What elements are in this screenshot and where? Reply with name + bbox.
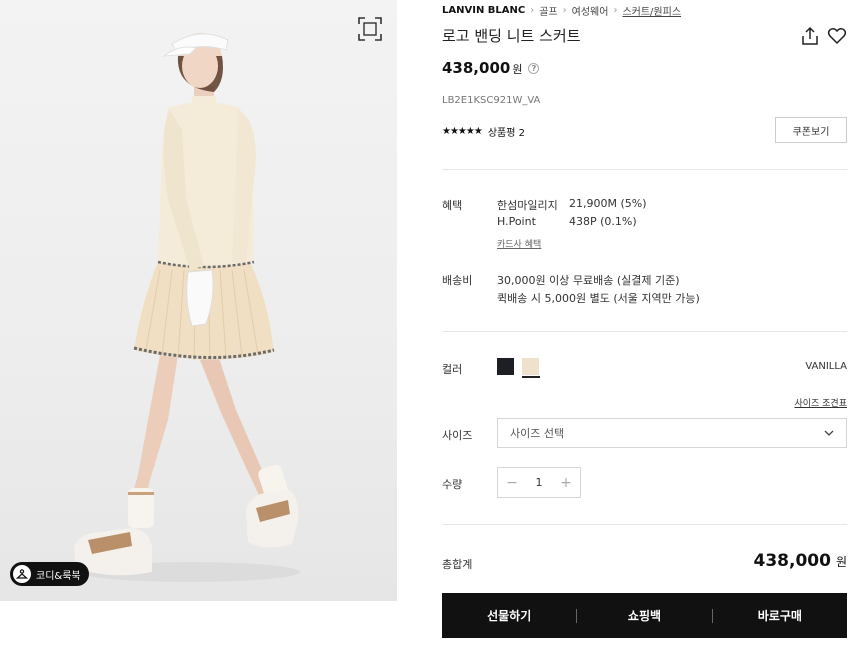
quantity-plus-button[interactable]: +	[552, 468, 580, 497]
purchase-action-bar: 선물하기 쇼핑백 바로구매	[442, 593, 847, 638]
breadcrumb-brand[interactable]: LANVIN BLANC	[442, 5, 525, 16]
chevron-right-icon: ›	[562, 5, 567, 16]
rating[interactable]: ★★★★★ 상품평 2	[442, 124, 525, 139]
model-photo	[74, 33, 300, 582]
quick-shipping-info: 퀵배송 시 5,000원 별도 (서울 지역만 가능)	[497, 292, 700, 305]
quantity-label: 수량	[442, 478, 463, 491]
breadcrumb-womenswear[interactable]: 여성웨어	[572, 3, 609, 18]
total-price-value: 438,000	[753, 551, 831, 571]
breadcrumb: LANVIN BLANC › 골프 › 여성웨어 › 스커트/원피스	[442, 3, 681, 18]
benefit-value: 438P (0.1%)	[569, 215, 637, 228]
review-count[interactable]: 상품평 2	[488, 124, 525, 139]
share-icon[interactable]	[800, 26, 820, 46]
coupon-button[interactable]: 쿠폰보기	[775, 117, 847, 143]
card-benefit-link[interactable]: 카드사 혜택	[497, 237, 541, 250]
product-price: 438,000 원 ?	[442, 59, 540, 77]
shipping-info: 30,000원 이상 무료배송 (실결제 기준)	[497, 274, 680, 287]
quantity-value[interactable]: 1	[526, 476, 552, 489]
product-title: 로고 밴딩 니트 스커트	[442, 27, 581, 45]
total-label: 총합계	[442, 558, 473, 571]
help-icon[interactable]: ?	[528, 62, 540, 74]
chevron-down-icon	[824, 430, 834, 436]
lookbook-label: 코디&룩북	[36, 570, 81, 582]
color-swatch-vanilla[interactable]	[522, 358, 539, 375]
size-chart-link[interactable]: 사이즈 조견표	[794, 396, 847, 409]
gift-button[interactable]: 선물하기	[442, 593, 576, 638]
shipping-label: 배송비	[442, 274, 473, 287]
product-image[interactable]: 코디&룩북	[0, 0, 397, 601]
price-unit: 원	[512, 63, 523, 76]
fullscreen-icon[interactable]	[357, 16, 383, 42]
selected-color-name: VANILLA	[805, 361, 847, 372]
buy-now-button[interactable]: 바로구매	[713, 593, 847, 638]
hanger-icon	[13, 565, 31, 583]
chevron-right-icon: ›	[613, 5, 618, 16]
benefit-name: 한섬마일리지	[497, 199, 558, 212]
benefit-name: H.Point	[497, 215, 536, 228]
breadcrumb-current[interactable]: 스커트/원피스	[622, 3, 681, 18]
product-info-panel: LANVIN BLANC › 골프 › 여성웨어 › 스커트/원피스 로고 밴딩…	[442, 0, 847, 652]
selected-swatch-indicator	[522, 376, 540, 378]
size-select-placeholder: 사이즈 선택	[510, 427, 565, 440]
divider	[442, 331, 847, 332]
size-select[interactable]: 사이즈 선택	[497, 418, 847, 448]
color-swatch-black[interactable]	[497, 358, 514, 375]
lookbook-button[interactable]: 코디&룩북	[10, 562, 89, 586]
quantity-minus-button[interactable]: −	[498, 468, 526, 497]
breadcrumb-golf[interactable]: 골프	[539, 3, 557, 18]
add-to-cart-button[interactable]: 쇼핑백	[577, 593, 711, 638]
size-label: 사이즈	[442, 429, 473, 442]
divider	[442, 169, 847, 170]
quantity-stepper: − 1 +	[497, 467, 581, 498]
benefits-label: 혜택	[442, 199, 463, 212]
divider	[442, 524, 847, 525]
benefit-value: 21,900M (5%)	[569, 197, 647, 210]
chevron-right-icon: ›	[530, 5, 535, 16]
heart-icon[interactable]	[827, 26, 847, 46]
star-rating-icon: ★★★★★	[442, 126, 483, 137]
product-sku: LB2E1KSC921W_VA	[442, 95, 541, 106]
total-price: 438,000 원	[754, 551, 847, 571]
total-price-unit: 원	[835, 555, 847, 569]
color-label: 컬러	[442, 363, 463, 376]
price-value: 438,000	[442, 59, 511, 77]
